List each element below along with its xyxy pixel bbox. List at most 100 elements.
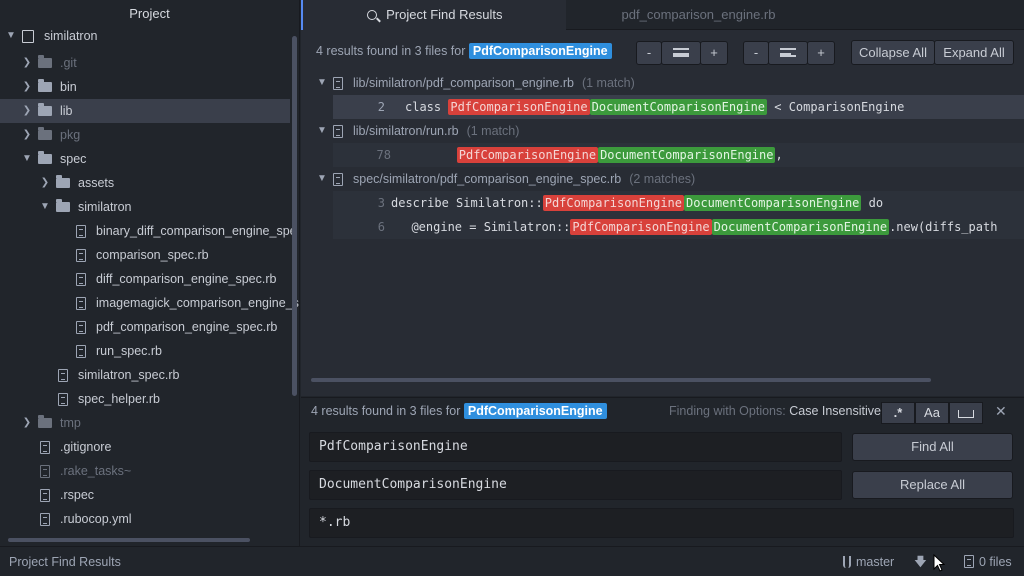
folder-icon <box>38 415 52 428</box>
find-options-label: Finding with Options: Case Insensitive <box>669 404 881 418</box>
result-file-path: lib/similatron/run.rb <box>353 124 459 138</box>
tree-item-assets[interactable]: ❯ assets <box>40 171 114 195</box>
decrease-context-button[interactable]: - <box>636 41 662 65</box>
chevron-right-icon: ❯ <box>22 57 32 68</box>
find-all-button[interactable]: Find All <box>852 433 1013 461</box>
chevron-right-icon: ❯ <box>22 81 32 92</box>
file-icon <box>964 555 974 568</box>
result-file-row[interactable]: ▼ spec/similatron/pdf_comparison_engine_… <box>317 167 695 191</box>
context-lines-button[interactable] <box>661 41 701 65</box>
code-after: do <box>861 196 884 210</box>
after-context-lines-button[interactable] <box>768 41 808 65</box>
decrease-after-context-button[interactable]: - <box>743 41 769 65</box>
tree-item-file[interactable]: binary_diff_comparison_engine_spe <box>76 219 297 243</box>
folder-icon <box>56 175 70 188</box>
tree-item-file[interactable]: diff_comparison_engine_spec.rb <box>76 267 276 291</box>
case-sensitive-toggle[interactable]: Aa <box>915 402 949 424</box>
mouse-cursor-icon <box>933 547 946 576</box>
tree-item-file[interactable]: spec_helper.rb <box>58 387 160 411</box>
match-replacement: DocumentComparisonEngine <box>589 99 768 115</box>
collapse-all-button[interactable]: Collapse All <box>851 40 935 65</box>
align-left-icon <box>780 48 796 58</box>
tree-item-lib[interactable]: ❯ lib <box>0 99 290 123</box>
find-input[interactable]: PdfComparisonEngine <box>309 432 842 462</box>
tree-item-file[interactable]: .rspec <box>40 483 94 507</box>
project-find-panel: 4 results found in 3 files for PdfCompar… <box>301 397 1024 546</box>
result-line[interactable]: 78 PdfComparisonEngine DocumentComparison… <box>333 143 1024 167</box>
results-header: 4 results found in 3 files for PdfCompar… <box>301 30 1024 74</box>
git-pull-icon[interactable]: 🡇 <box>914 547 927 576</box>
file-icon <box>58 392 68 406</box>
tree-item-file[interactable]: pdf_comparison_engine_spec.rb <box>76 315 277 339</box>
tree-item-git[interactable]: ❯ .git <box>22 51 77 75</box>
file-icon <box>76 296 86 310</box>
tree-item-file[interactable]: .rake_tasks~ <box>40 459 131 483</box>
match-replacement: DocumentComparisonEngine <box>711 219 890 235</box>
result-file-row[interactable]: ▼ lib/similatron/pdf_comparison_engine.r… <box>317 71 635 95</box>
tree-vertical-scrollbar[interactable] <box>292 36 297 396</box>
increase-after-context-button[interactable]: + <box>807 41 835 65</box>
status-active-item[interactable]: Project Find Results <box>9 547 121 576</box>
chevron-right-icon: ❯ <box>22 417 32 428</box>
folder-icon <box>38 127 52 140</box>
replace-input[interactable]: DocumentComparisonEngine <box>309 470 842 500</box>
tree-item-file[interactable]: .rubocop.yml <box>40 507 132 531</box>
code-before: describe Similatron:: <box>391 196 543 210</box>
tree-item-label: lib <box>60 104 73 118</box>
tab-project-find-results[interactable]: Project Find Results <box>301 0 566 30</box>
tree-root[interactable]: ▼ similatron <box>6 24 97 48</box>
chevron-right-icon: ❯ <box>40 177 50 188</box>
tab-pdf-comparison-engine[interactable]: pdf_comparison_engine.rb <box>566 0 831 30</box>
changed-files[interactable]: 0 files <box>964 547 1012 576</box>
tree-item-label: bin <box>60 80 77 94</box>
tree-item-label: similatron_spec.rb <box>78 368 180 382</box>
git-branch[interactable]: master <box>843 547 894 576</box>
expand-all-button[interactable]: Expand All <box>934 40 1014 65</box>
tree-item-label: pdf_comparison_engine_spec.rb <box>96 320 278 334</box>
result-line[interactable]: 6 @engine = Similatron:: PdfComparisonEng… <box>333 215 1024 239</box>
line-number: 2 <box>377 100 385 114</box>
tree-item-file[interactable]: comparison_spec.rb <box>76 243 209 267</box>
tree-item-file[interactable]: .gitignore <box>40 435 111 459</box>
tree-horizontal-scrollbar[interactable] <box>8 538 250 542</box>
result-line[interactable]: 3 describe Similatron:: PdfComparisonEngin… <box>333 191 1024 215</box>
folder-icon <box>38 151 52 164</box>
increase-context-button[interactable]: + <box>700 41 728 65</box>
align-center-icon <box>673 48 689 58</box>
result-line[interactable]: 2 class PdfComparisonEngine DocumentCompar… <box>333 95 1024 119</box>
find-summary: 4 results found in 3 files for PdfCompar… <box>311 403 607 419</box>
line-number: 3 <box>377 196 385 210</box>
results-horizontal-scrollbar[interactable] <box>311 378 931 382</box>
find-options-value: Case Insensitive <box>789 404 881 418</box>
replace-all-button[interactable]: Replace All <box>852 471 1013 499</box>
file-icon <box>40 464 50 478</box>
match-removed: PdfComparisonEngine <box>542 195 684 211</box>
match-removed: PdfComparisonEngine <box>448 99 590 115</box>
tree-item-file[interactable]: run_spec.rb <box>76 339 162 363</box>
results-summary: 4 results found in 3 files for PdfCompar… <box>316 43 612 59</box>
file-icon <box>76 224 86 238</box>
file-icon <box>40 440 50 454</box>
tree-item-label: .rspec <box>60 488 95 502</box>
tree-item-similatron[interactable]: ▼ similatron <box>40 195 132 219</box>
code-after: .new(diffs_path <box>889 220 998 234</box>
tree-item-spec[interactable]: ▼ spec <box>22 147 86 171</box>
tree-item-file[interactable]: similatron_spec.rb <box>58 363 179 387</box>
tree-item-label: similatron <box>78 200 132 214</box>
code-after: < ComparisonEngine <box>767 100 905 114</box>
file-icon <box>333 124 343 138</box>
regex-toggle[interactable]: .* <box>881 402 915 424</box>
tree-item-label: tmp <box>60 416 81 430</box>
tree-item-pkg[interactable]: ❯ pkg <box>22 123 80 147</box>
paths-pattern-input[interactable]: *.rb <box>309 508 1014 538</box>
tree-item-file[interactable]: imagemagick_comparison_engine_s <box>76 291 299 315</box>
folder-icon <box>38 55 52 68</box>
tree-item-label: imagemagick_comparison_engine_s <box>96 296 299 310</box>
tree-item-bin[interactable]: ❯ bin <box>22 75 77 99</box>
code-before: class <box>405 100 449 114</box>
whole-word-toggle[interactable] <box>949 402 983 424</box>
close-icon[interactable]: ✕ <box>995 403 1007 420</box>
tree-item-tmp[interactable]: ❯ tmp <box>22 411 81 435</box>
result-file-row[interactable]: ▼ lib/similatron/run.rb (1 match) <box>317 119 519 143</box>
chevron-down-icon: ▼ <box>317 77 327 88</box>
